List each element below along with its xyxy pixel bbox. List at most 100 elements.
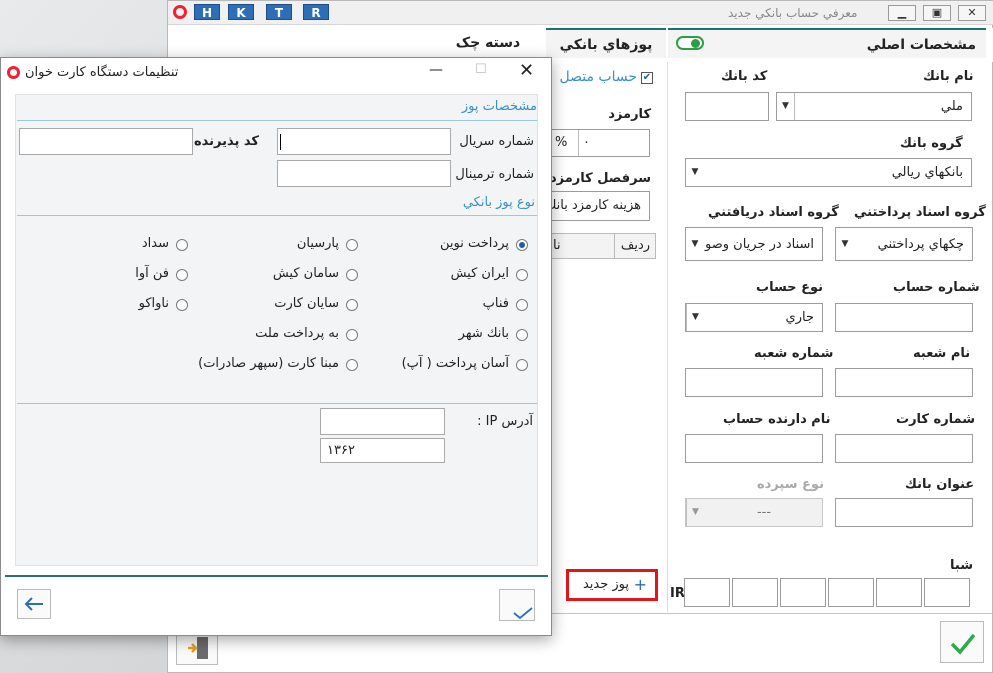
tab-checkbook[interactable]: دسته چک [438, 28, 538, 58]
chevron-down-icon[interactable]: ▼ [686, 159, 704, 186]
sheba-part-3[interactable] [780, 578, 826, 607]
option-label: بانك شهر [458, 326, 509, 341]
tab-main-info[interactable]: مشخصات اصلي [668, 28, 986, 58]
port-input[interactable]: ۱۳۶۲ [320, 438, 445, 463]
pos-section-heading: مشخصات پوز [461, 99, 537, 114]
fee-heading-input[interactable]: هزينه كارمزد بانك [548, 191, 650, 221]
option-label: سامان كيش [272, 266, 339, 281]
bank-name-combo[interactable]: ▼ ملي [776, 92, 972, 121]
account-type-combo[interactable]: ▼ جاري [685, 303, 823, 332]
option-label: پارسيان [296, 236, 339, 251]
bank-title-input[interactable] [835, 498, 973, 527]
option-label: ايران كيش [450, 266, 509, 281]
fee-value: ۰ [583, 135, 590, 150]
acceptor-code-input[interactable] [19, 128, 193, 155]
app-logo-icon [7, 66, 20, 79]
radio-bank-shahr[interactable] [516, 329, 528, 341]
close-button[interactable]: ✕ [958, 5, 986, 21]
fee-heading-label: سرفصل كارمزد [549, 171, 651, 186]
tab-pos[interactable]: پوزهاي بانكي [546, 28, 666, 58]
terminal-input[interactable] [277, 160, 451, 187]
radio-pardakht-novin[interactable] [516, 239, 528, 251]
radio-fanap[interactable] [516, 299, 528, 311]
radio-sadad[interactable] [176, 239, 188, 251]
branch-name-input[interactable] [835, 368, 973, 397]
terminal-label: شماره ترمينال [455, 167, 534, 182]
bank-group-combo[interactable]: ▼ بانكهاي ريالي [685, 158, 972, 187]
sheba-part-2[interactable] [732, 578, 778, 607]
branch-number-input[interactable] [685, 368, 823, 397]
sheba-part-5[interactable] [876, 578, 922, 607]
minimize-button[interactable]: — [429, 62, 445, 78]
back-button[interactable] [17, 589, 51, 619]
new-pos-button[interactable]: + پوز جديد [566, 569, 658, 601]
ir-prefix: IR [670, 586, 685, 601]
bank-name-label: نام بانك [923, 69, 974, 84]
deposit-type-combo[interactable]: ▼ --- [685, 498, 823, 527]
toggle-switch[interactable] [676, 36, 704, 50]
fee-heading-value: هزينه كارمزد بانك [549, 198, 641, 213]
bank-code-input[interactable] [685, 92, 769, 121]
app-logo-icon [173, 5, 187, 19]
recv-docs-group-label: گروه اسناد دريافتني [708, 205, 839, 220]
close-button[interactable]: ✕ [519, 60, 535, 81]
radio-parsian[interactable] [346, 239, 358, 251]
account-type-value: جاري [785, 310, 814, 325]
toolbar-k-button[interactable]: K [228, 4, 254, 20]
fee-input[interactable]: % ۰ [548, 129, 650, 157]
option-label: ناواكو [138, 296, 169, 311]
new-pos-label: پوز جديد [582, 577, 629, 592]
serial-input[interactable] [277, 128, 451, 155]
exit-icon [188, 637, 208, 659]
option-label: پرداخت نوين [440, 236, 509, 251]
holder-name-input[interactable] [685, 434, 823, 463]
checkmark-icon [513, 607, 533, 620]
pay-docs-group-value: چكهاي پرداختني [877, 237, 964, 252]
option-label: فناپ [482, 296, 509, 311]
branch-number-label: شماره شعبه [754, 346, 834, 361]
connected-account-checkbox[interactable]: ✔ [641, 72, 653, 84]
chevron-down-icon[interactable]: ▼ [686, 499, 704, 526]
checkmark-icon [950, 633, 976, 655]
maximize-button[interactable]: ☐ [475, 62, 491, 77]
maximize-button[interactable]: ▣ [923, 5, 951, 21]
percent-sign: % [555, 130, 579, 156]
radio-behpardakht-mellat[interactable] [346, 329, 358, 341]
confirm-button[interactable] [499, 589, 535, 621]
chevron-down-icon[interactable]: ▼ [836, 231, 854, 258]
deposit-type-label: نوع سپرده [757, 477, 824, 492]
account-number-label: شماره حساب [893, 280, 980, 295]
chevron-down-icon[interactable]: ▼ [686, 304, 704, 331]
toolbar-t-button[interactable]: T [266, 4, 292, 20]
holder-name-label: نام دارنده حساب [723, 412, 831, 427]
account-number-input[interactable] [835, 303, 973, 332]
radio-fanava[interactable] [176, 269, 188, 281]
minimize-button[interactable]: ▁ [888, 5, 916, 21]
sheba-part-6[interactable] [924, 578, 970, 607]
branch-name-label: نام شعبه [913, 346, 971, 361]
sheba-part-1[interactable] [684, 578, 730, 607]
ok-button[interactable] [940, 621, 984, 663]
toolbar-h-button[interactable]: H [194, 4, 220, 20]
ip-address-input[interactable] [320, 408, 445, 435]
toggle-knob [691, 39, 700, 48]
recv-docs-group-combo[interactable]: ▼ اسناد در جريان وصو [685, 227, 823, 261]
option-label: آسان پرداخت ( آپ) [401, 356, 509, 371]
radio-sayan-card[interactable] [346, 299, 358, 311]
radio-saman-kish[interactable] [346, 269, 358, 281]
radio-mabna-card[interactable] [346, 359, 358, 371]
bank-name-value: ملي [940, 99, 963, 114]
account-type-label: نوع حساب [756, 280, 823, 295]
sheba-part-4[interactable] [828, 578, 874, 607]
pay-docs-group-combo[interactable]: ▼ چكهاي پرداختني [835, 227, 973, 261]
card-number-label: شماره كارت [896, 412, 976, 427]
section-separator [17, 215, 537, 216]
toolbar-r-button[interactable]: R [303, 4, 329, 20]
chevron-down-icon[interactable]: ▼ [777, 93, 795, 120]
bank-group-label: گروه بانك [900, 136, 963, 151]
bank-code-label: كد بانك [721, 69, 768, 84]
radio-iran-kish[interactable] [516, 269, 528, 281]
radio-navaco[interactable] [176, 299, 188, 311]
radio-asan-pardakht[interactable] [516, 359, 528, 371]
card-number-input[interactable] [835, 434, 973, 463]
